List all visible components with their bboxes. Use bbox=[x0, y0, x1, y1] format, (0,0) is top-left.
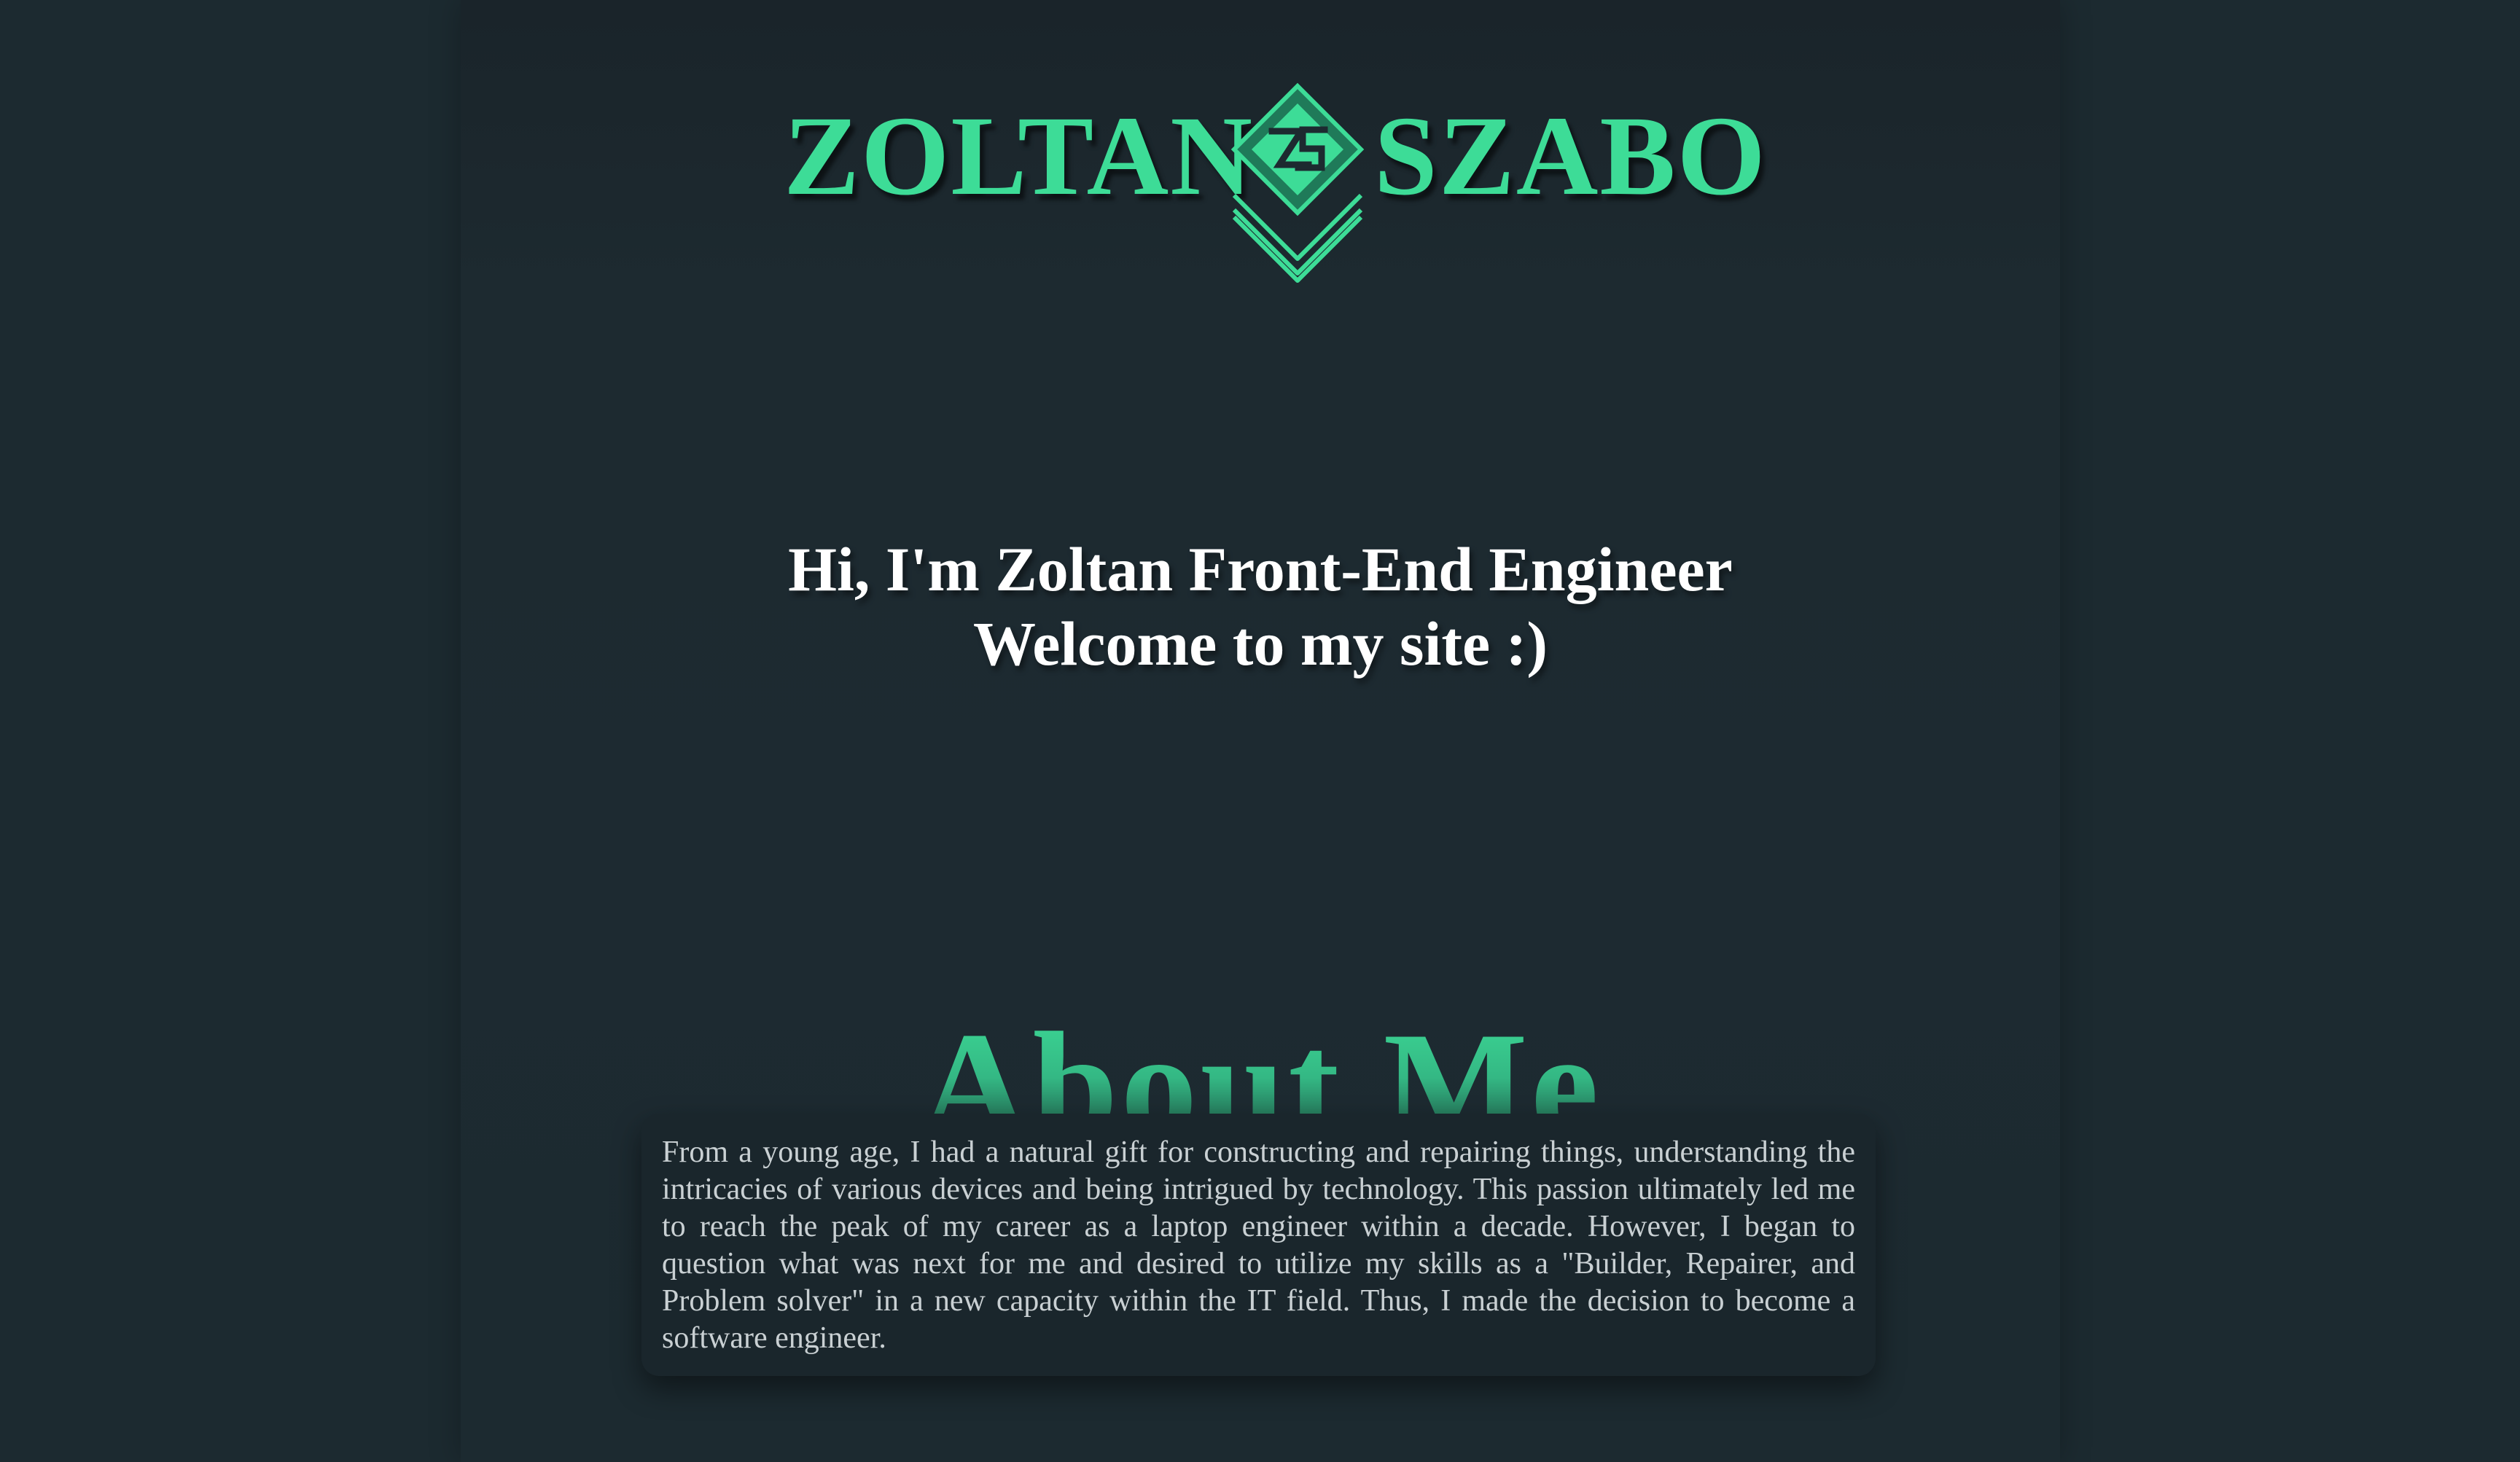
about-me-card: From a young age, I had a natural gift f… bbox=[641, 1114, 1876, 1376]
about-me-text: From a young age, I had a natural gift f… bbox=[662, 1135, 1855, 1355]
logo-first-name: ZOLTAN bbox=[784, 93, 1254, 219]
page: ZOLTAN SZABO Hi, I'm Zoltan Front-End En… bbox=[0, 0, 2520, 1462]
site-logo[interactable]: ZOLTAN SZABO bbox=[784, 79, 1766, 283]
hero-heading: Hi, I'm Zoltan Front-End Engineer Welcom… bbox=[461, 532, 2060, 681]
hero-intro-line: Hi, I'm Zoltan Front-End Engineer bbox=[788, 534, 1733, 604]
zs-diamond-monogram-icon bbox=[1228, 79, 1367, 283]
logo-last-name: SZABO bbox=[1374, 93, 1767, 219]
hero-welcome-line: Welcome to my site :) bbox=[972, 609, 1548, 679]
